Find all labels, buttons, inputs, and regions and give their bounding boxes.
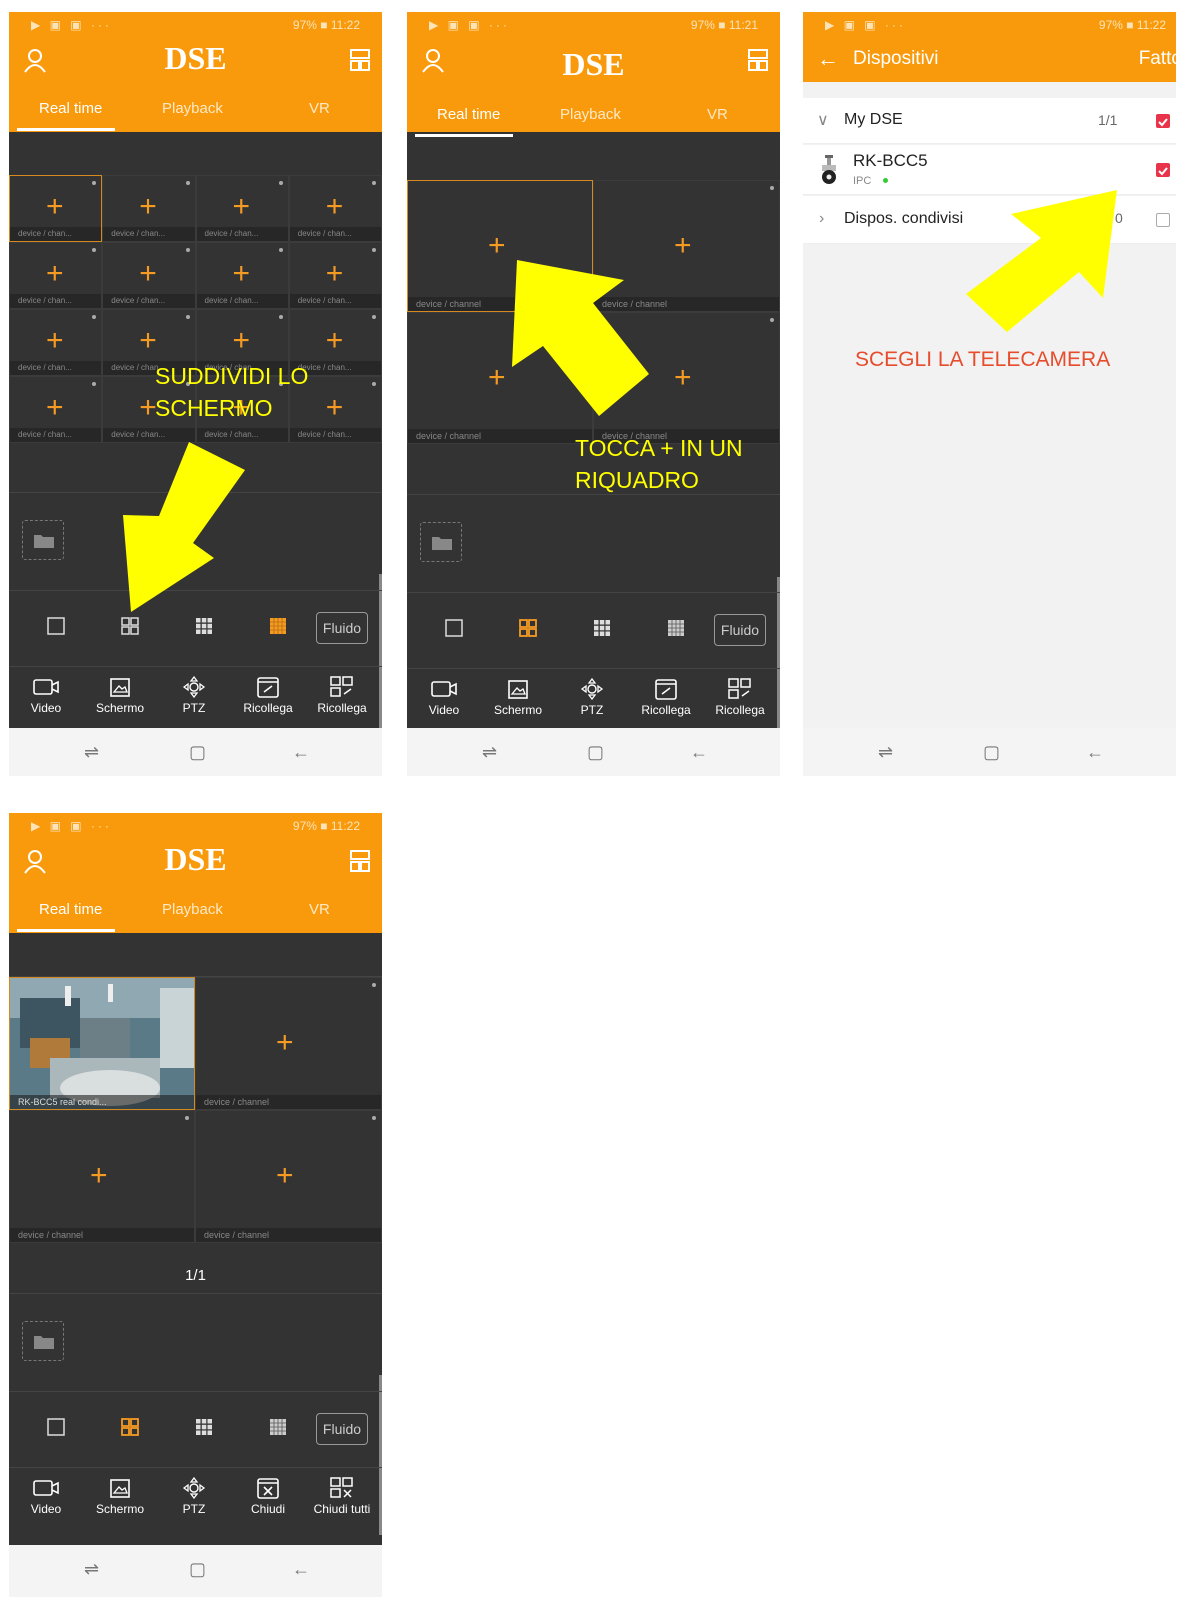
status-time: 97% ■ 11:22 [292,819,360,833]
tool-label: Chiudi [250,1502,286,1516]
add-channel-icon[interactable]: + [90,1161,108,1191]
divider [9,1467,382,1468]
screenshot-step-2: ▶ ▣ ▣ ··· 97% ■ 11:21 DSE Real time Play… [407,12,780,776]
folder-button[interactable] [22,1321,64,1361]
back-icon[interactable]: ← [292,1559,310,1580]
video-cell[interactable]: + device / channel [195,977,382,1110]
layout-1-icon[interactable] [46,1417,66,1437]
home-icon[interactable]: ▢ [983,742,1000,763]
tool-label: Video [30,1502,62,1516]
ptz-button[interactable]: PTZ [157,1469,231,1516]
android-nav-bar: ⇌ ▢ ← [803,728,1176,776]
annotation-step-3: SCEGLI LA TELECAMERA [855,348,1111,371]
yellow-arrow-annotation [966,190,1117,332]
screenshot-step-4: ▶ ▣ ▣ ··· 97% ■ 11:22 DSE Real time Play… [9,813,382,1597]
annotation-line: SUDDIVIDI LO [155,363,309,389]
home-icon[interactable]: ▢ [189,1559,206,1580]
video-grid: RK-BCC5 real condi... + device / channel … [9,977,382,1243]
close-all-button[interactable]: Chiudi tutti [305,1469,379,1516]
tab-real-time[interactable]: Real time [39,901,102,918]
close-button[interactable]: Chiudi [231,1469,305,1516]
page-indicator: 1/1 [185,1267,206,1284]
yellow-arrow-annotation [512,260,649,416]
recents-icon[interactable]: ⇌ [84,1559,99,1580]
toolbar: Video Schermo PTZ Chiudi Chiudi tutti [9,1469,382,1529]
fluido-button[interactable]: Fluido [316,1413,368,1445]
annotation-line: RIQUADRO [575,467,699,493]
tool-label: Schermo [95,1502,145,1516]
layout-16-icon[interactable] [268,1417,288,1437]
annotation-step-2: TOCCA + IN UN RIQUADRO [575,432,743,496]
video-button[interactable]: Video [9,1469,83,1516]
tab-playback[interactable]: Playback [162,901,223,918]
annotation-line: SCHERMO [155,395,273,421]
app-logo: DSE [164,841,227,877]
status-icons: ▶ ▣ ▣ ··· [31,819,112,833]
layout-icon[interactable] [350,849,370,873]
cell-label: device / channel [196,1095,381,1109]
screenshot-step-1: ▶ ▣ ▣ ··· 97% ■ 11:22 DSE Real time Play… [9,12,382,776]
tool-label: PTZ [182,1502,206,1516]
screenshot-step-3: ▶ ▣ ▣ ··· 97% ■ 11:22 ← Dispositivi Fatt… [803,12,1176,776]
video-cell[interactable]: + device / channel [9,1110,195,1243]
cell-label: RK-BCC5 real condi... [10,1095,194,1109]
annotation-step-1: SUDDIVIDI LO SCHERMO [155,360,308,424]
camera-feed-image [10,978,194,1109]
live-video-cell[interactable]: RK-BCC5 real condi... [9,977,195,1110]
tab-bar: Real time Playback VR [9,897,382,933]
screen-button[interactable]: Schermo [83,1469,157,1516]
cell-label: device / channel [10,1228,194,1242]
cell-label: device / channel [196,1228,381,1242]
add-channel-icon[interactable]: + [276,1028,294,1058]
annotation-line: TOCCA + IN UN [575,435,743,461]
layout-4-icon[interactable] [120,1417,140,1437]
recents-icon[interactable]: ⇌ [878,742,893,763]
video-cell[interactable]: + device / channel [195,1110,382,1243]
android-nav-bar: ⇌ ▢ ← [9,1545,382,1597]
tool-label: Chiudi tutti [313,1502,371,1516]
status-dot [372,1116,376,1120]
status-dot [185,1116,189,1120]
layout-9-icon[interactable] [194,1417,214,1437]
add-channel-icon[interactable]: + [276,1161,294,1191]
divider [9,1293,382,1294]
app-header: ▶ ▣ ▣ ··· 97% ■ 11:22 DSE Real time Play… [9,813,382,933]
tab-vr[interactable]: VR [309,901,330,918]
status-dot [372,983,376,987]
tab-indicator [17,929,115,932]
layout-bar: Fluido [9,1393,382,1465]
back-icon[interactable]: ← [1086,742,1104,763]
divider [9,1391,382,1392]
